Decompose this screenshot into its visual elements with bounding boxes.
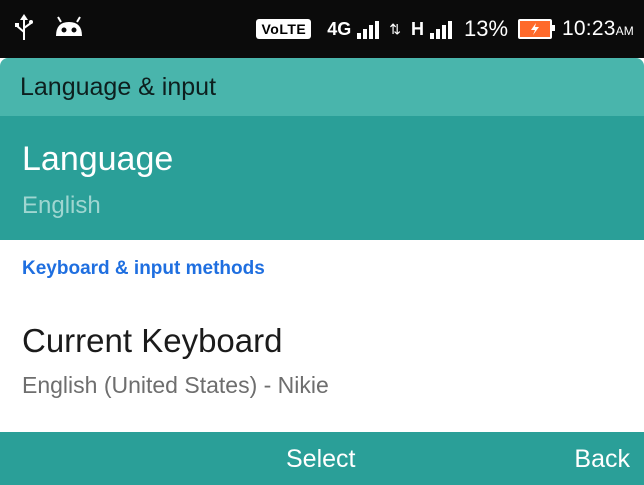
data-activity-icon: ⇅ — [389, 20, 401, 37]
page-title-bar: Language & input — [0, 58, 644, 116]
section-header-keyboard: Keyboard & input methods — [22, 258, 265, 279]
usb-icon — [14, 14, 34, 47]
battery-percent: 13% — [463, 16, 509, 41]
current-keyboard-subtitle: English (United States) - Nikie — [22, 372, 329, 398]
network-h-label: H — [410, 18, 424, 39]
current-keyboard-title: Current Keyboard — [22, 322, 283, 359]
signal-icon — [357, 19, 380, 39]
volte-badge: VoLTE — [256, 19, 312, 39]
page-title: Language & input — [20, 73, 217, 101]
status-time: 10:23AM — [562, 17, 634, 40]
status-left-icons — [14, 14, 86, 47]
current-keyboard-item[interactable]: Current Keyboard English (United States)… — [0, 300, 644, 410]
softkey-bar: Select Back — [0, 432, 644, 485]
language-item-title: Language — [22, 140, 174, 178]
back-softkey[interactable]: Back — [574, 445, 630, 474]
status-bar: VoLTE 4G ⇅ H 13% 10:23AM — [0, 0, 644, 58]
language-item[interactable]: Language English — [0, 116, 644, 240]
signal-icon-2 — [429, 19, 452, 39]
android-icon — [52, 14, 86, 47]
battery-charging-icon — [518, 19, 556, 39]
status-right: VoLTE 4G ⇅ H 13% 10:23AM — [256, 16, 634, 42]
language-item-subtitle: English — [22, 192, 101, 219]
network-4g-label: 4G — [327, 18, 352, 39]
select-softkey[interactable]: Select — [286, 445, 355, 474]
